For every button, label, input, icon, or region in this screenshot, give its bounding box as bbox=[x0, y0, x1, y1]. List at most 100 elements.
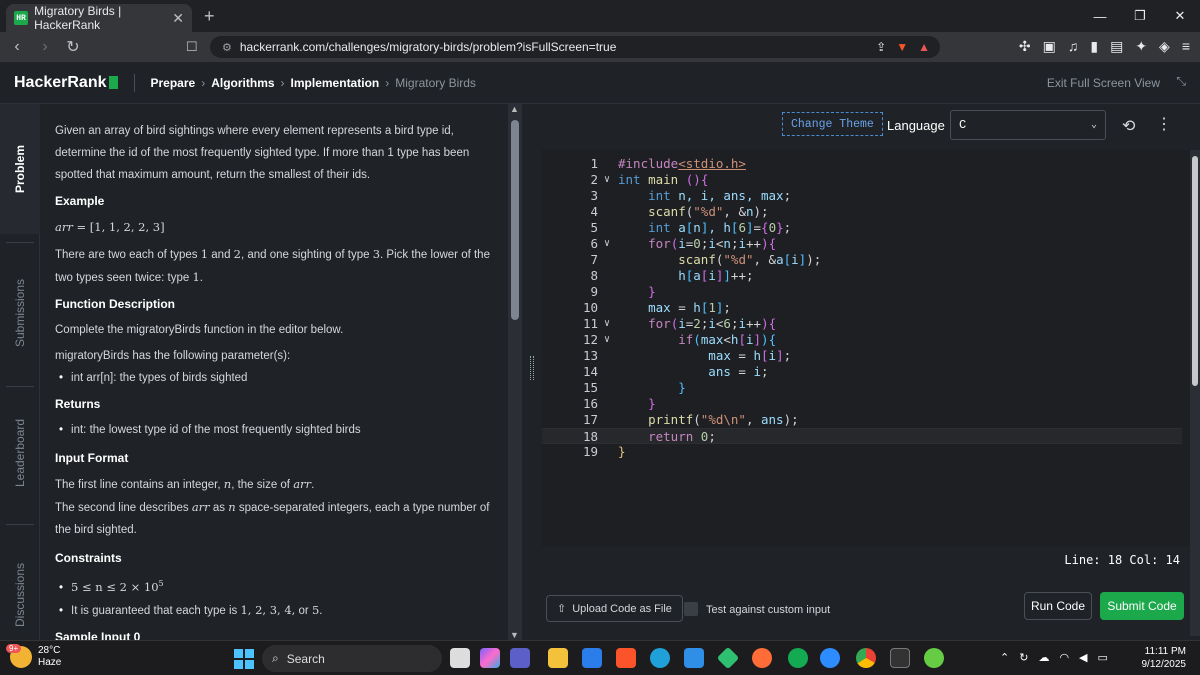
math: 1 bbox=[192, 270, 200, 284]
returns-heading: Returns bbox=[55, 397, 101, 411]
zoom-icon[interactable] bbox=[820, 648, 840, 668]
custom-input-label[interactable]: Test against custom input bbox=[706, 604, 830, 616]
submit-code-button[interactable]: Submit Code bbox=[1100, 592, 1184, 620]
extensions-icon[interactable]: ✣ bbox=[1019, 38, 1031, 55]
language-select[interactable]: C ⌄ bbox=[950, 110, 1106, 140]
url-text: hackerrank.com/challenges/migratory-bird… bbox=[239, 40, 617, 54]
line-number: 18 bbox=[582, 429, 598, 444]
brave-browser-icon[interactable] bbox=[616, 648, 636, 668]
editor-scrollbar[interactable] bbox=[1190, 150, 1200, 636]
pane-splitter[interactable] bbox=[522, 104, 542, 640]
fold-chevron-icon[interactable]: ∨ bbox=[604, 236, 610, 252]
fold-chevron-icon[interactable]: ∨ bbox=[604, 316, 610, 332]
browser-tab[interactable]: HR Migratory Birds | HackerRank ✕ bbox=[6, 4, 192, 32]
line-number: 6 bbox=[590, 236, 598, 251]
code-line: 13 max = h[i]; bbox=[542, 348, 1182, 364]
battery-icon[interactable]: ▭ bbox=[1098, 651, 1108, 664]
translate-icon[interactable]: ▣ bbox=[1043, 38, 1056, 55]
sync-icon[interactable]: ↻ bbox=[1019, 651, 1028, 664]
drag-handle-icon[interactable] bbox=[530, 356, 534, 380]
copilot-icon[interactable] bbox=[480, 648, 500, 668]
brave-shield-icon[interactable]: ▼ bbox=[896, 40, 908, 54]
onedrive-icon[interactable]: ☁ bbox=[1038, 651, 1049, 664]
menu-icon[interactable]: ≡ bbox=[1182, 38, 1190, 55]
postman-icon[interactable] bbox=[752, 648, 772, 668]
run-code-button[interactable]: Run Code bbox=[1024, 592, 1092, 620]
breadcrumb-prepare[interactable]: Prepare bbox=[151, 76, 196, 90]
taskbar-clock[interactable]: 11:11 PM 9/12/2025 bbox=[1142, 645, 1187, 671]
mongodb-icon[interactable] bbox=[788, 648, 808, 668]
reload-icon[interactable]: ↻ bbox=[62, 37, 84, 57]
close-window-icon[interactable]: ✕ bbox=[1160, 0, 1200, 32]
fold-chevron-icon[interactable]: ∨ bbox=[604, 332, 610, 348]
terminal-icon[interactable] bbox=[890, 648, 910, 668]
problem-scrollbar[interactable]: ▲ ▼ bbox=[508, 104, 522, 640]
edge-icon[interactable] bbox=[650, 648, 670, 668]
editor-toolbar: Change Theme Language C ⌄ ⟲ ⋮ bbox=[542, 104, 1200, 148]
chevron-right-icon: › bbox=[280, 75, 285, 90]
app-icon[interactable] bbox=[924, 648, 944, 668]
code-line: 3 int n, i, ans, max; bbox=[542, 188, 1182, 204]
git-icon[interactable] bbox=[716, 646, 740, 670]
line-number: 15 bbox=[582, 380, 598, 395]
forward-icon[interactable]: › bbox=[34, 38, 56, 56]
weather-widget[interactable]: 9+ 28°C Haze bbox=[6, 644, 61, 669]
code-line: 9 } bbox=[542, 284, 1182, 300]
custom-input-checkbox[interactable] bbox=[684, 602, 698, 616]
new-tab-icon[interactable]: + bbox=[204, 6, 215, 27]
breadcrumb: Prepare › Algorithms › Implementation › … bbox=[151, 76, 476, 90]
scroll-down-icon[interactable]: ▼ bbox=[510, 630, 519, 640]
tab-submissions[interactable]: Submissions bbox=[0, 248, 40, 378]
brave-rewards-icon[interactable]: ▲ bbox=[918, 40, 930, 54]
chrome-icon[interactable] bbox=[856, 648, 876, 668]
upload-code-button[interactable]: ⇧ Upload Code as File bbox=[546, 595, 683, 622]
leo-ai-icon[interactable]: ✦ bbox=[1135, 38, 1147, 55]
volume-icon[interactable]: ◀ bbox=[1079, 651, 1087, 664]
change-theme-button[interactable]: Change Theme bbox=[782, 112, 883, 136]
exit-fullscreen-link[interactable]: Exit Full Screen View bbox=[1047, 76, 1160, 90]
wifi-icon[interactable]: ◠ bbox=[1059, 651, 1069, 664]
wallet-icon[interactable]: ▤ bbox=[1110, 38, 1123, 55]
chevron-up-icon[interactable]: ⌃ bbox=[1000, 651, 1009, 664]
tab-problem[interactable]: Problem bbox=[0, 104, 40, 234]
media-icon[interactable]: ♫ bbox=[1068, 38, 1079, 55]
taskbar-search[interactable]: ⌕ Search bbox=[262, 645, 442, 672]
breadcrumb-algorithms[interactable]: Algorithms bbox=[211, 76, 274, 90]
windows-start-icon[interactable] bbox=[234, 649, 254, 669]
restore-icon[interactable]: ❐ bbox=[1120, 0, 1160, 32]
minimize-icon[interactable]: — bbox=[1080, 0, 1120, 32]
collapse-icon[interactable]: ⤡ bbox=[1176, 74, 1186, 89]
share-icon[interactable]: ⇪ bbox=[876, 40, 886, 54]
weather-temp: 28°C bbox=[38, 645, 61, 656]
code-line: 14 ans = i; bbox=[542, 364, 1182, 380]
file-explorer-icon[interactable] bbox=[548, 648, 568, 668]
teams-icon[interactable] bbox=[510, 648, 530, 668]
line-number: 11 bbox=[582, 316, 598, 331]
scrollbar-thumb[interactable] bbox=[1192, 156, 1198, 386]
history-icon[interactable]: ⟲ bbox=[1122, 116, 1135, 136]
scrollbar-thumb[interactable] bbox=[511, 120, 519, 320]
code-editor[interactable]: 1 #include<stdio.h> 2 ∨ int main (){ 3 int … bbox=[542, 150, 1190, 546]
more-options-icon[interactable]: ⋮ bbox=[1156, 114, 1172, 134]
url-bar[interactable]: ⚙ hackerrank.com/challenges/migratory-bi… bbox=[210, 36, 940, 58]
hackerrank-logo[interactable]: HackerRank bbox=[14, 74, 118, 92]
site-settings-icon[interactable]: ⚙ bbox=[222, 41, 232, 54]
sidebar-icon[interactable]: ▮ bbox=[1090, 38, 1098, 55]
code-line: 7 scanf("%d", &a[i]); bbox=[542, 252, 1182, 268]
back-icon[interactable]: ‹ bbox=[6, 38, 28, 56]
header-divider bbox=[133, 73, 135, 92]
task-view-icon[interactable] bbox=[450, 648, 470, 668]
store-icon[interactable] bbox=[582, 648, 602, 668]
vpn-icon[interactable]: ◈ bbox=[1159, 38, 1170, 55]
close-tab-icon[interactable]: ✕ bbox=[172, 10, 184, 27]
vscode-icon[interactable] bbox=[684, 648, 704, 668]
bookmark-icon[interactable]: ☐ bbox=[186, 39, 198, 55]
hackerrank-favicon-icon: HR bbox=[14, 11, 29, 25]
code-line: 15 } bbox=[542, 380, 1182, 396]
scroll-up-icon[interactable]: ▲ bbox=[510, 104, 519, 114]
fold-chevron-icon[interactable]: ∨ bbox=[604, 172, 610, 188]
breadcrumb-implementation[interactable]: Implementation bbox=[291, 76, 380, 90]
hackerrank-header: HackerRank Prepare › Algorithms › Implem… bbox=[0, 62, 1200, 104]
line-number: 1 bbox=[590, 156, 598, 171]
tab-leaderboard[interactable]: Leaderboard bbox=[0, 388, 40, 518]
